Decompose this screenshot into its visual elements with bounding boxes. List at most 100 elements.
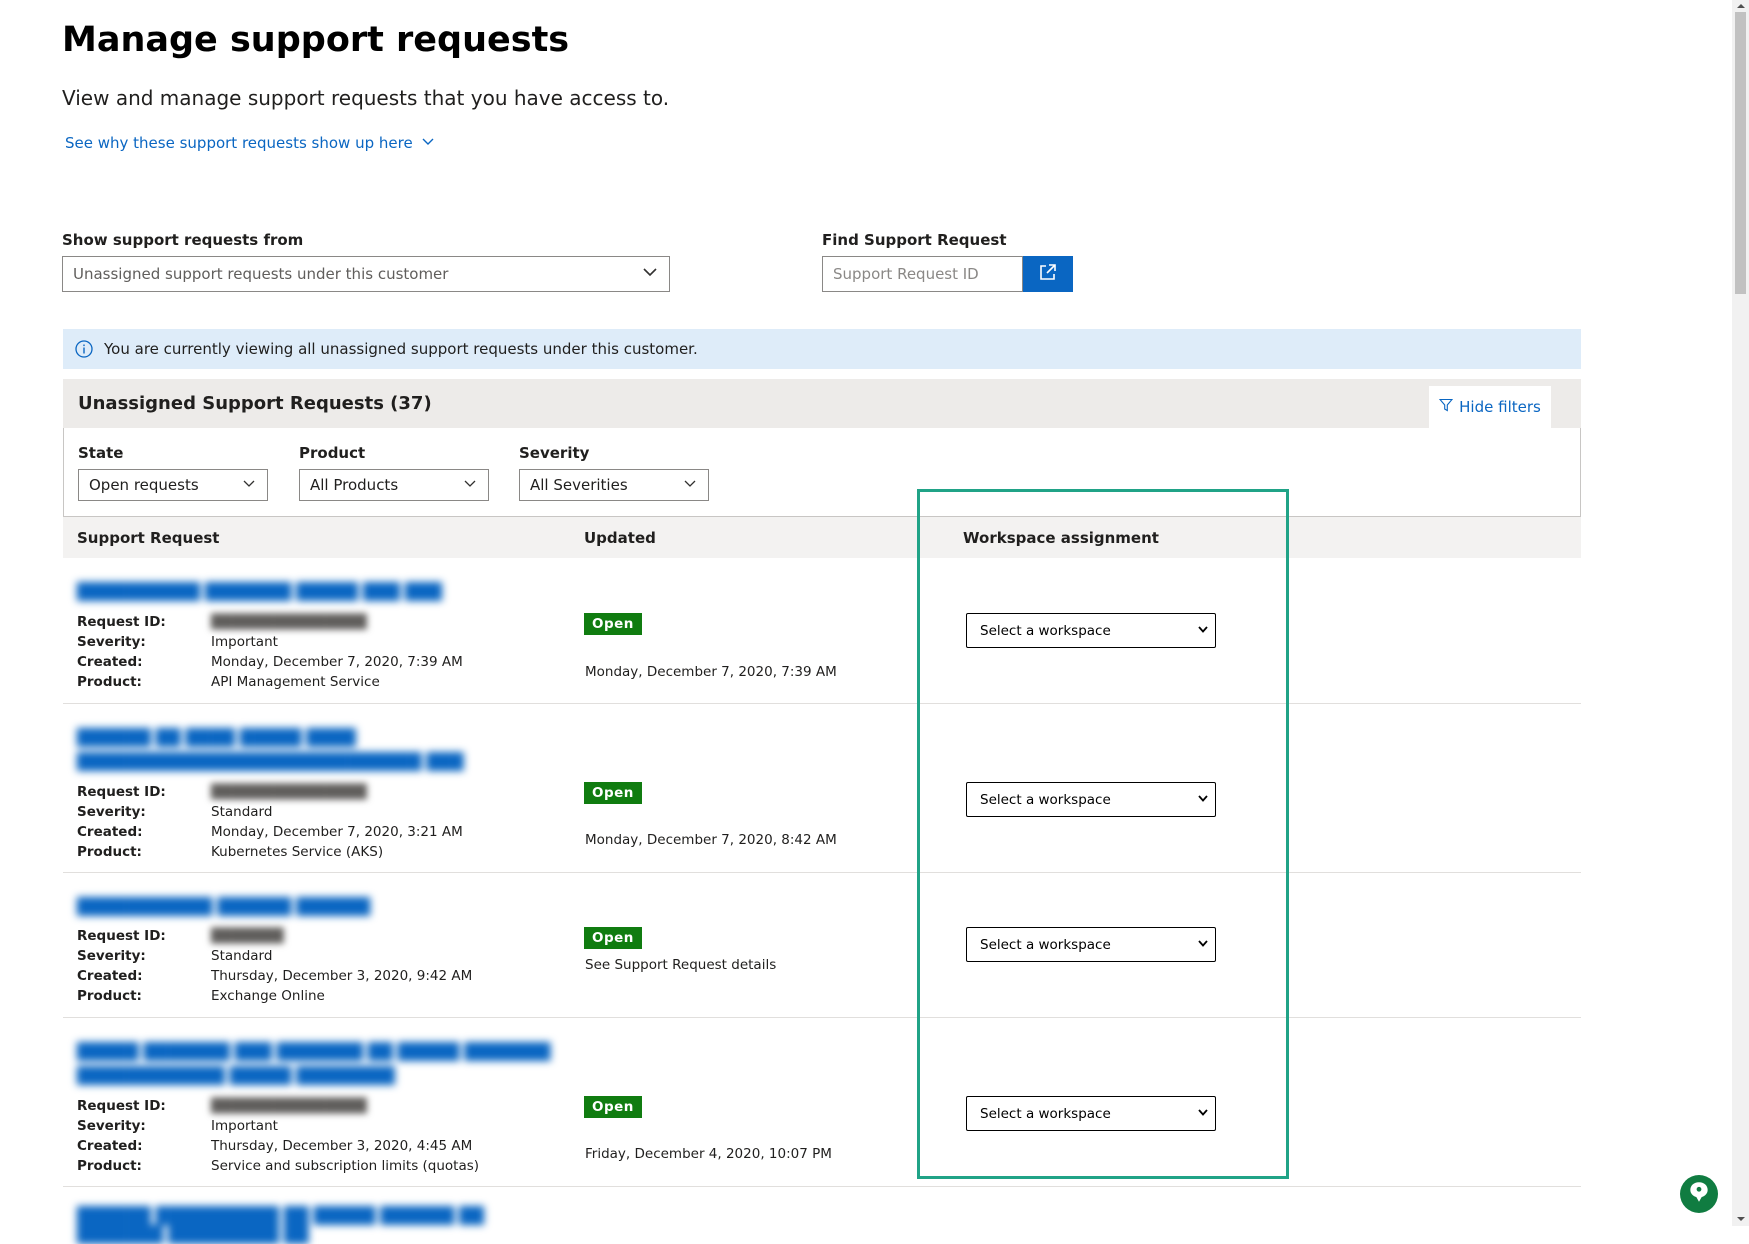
- chevron-down-icon: [1197, 792, 1209, 808]
- severity-filter-dropdown[interactable]: All Severities: [519, 469, 709, 501]
- request-meta: Request ID: ███████████████ Severity: Impo…: [77, 1096, 479, 1176]
- filters-panel: State Open requests Product All Products…: [63, 428, 1581, 517]
- workspace-select-value: Select a workspace: [980, 622, 1111, 639]
- meta-key: Severity:: [77, 1118, 146, 1134]
- status-badge: Open: [584, 1096, 642, 1118]
- meta-key: Severity:: [77, 948, 146, 964]
- request-title-link[interactable]: ██████ ██████████ ██ █████ ██████ ██ ███…: [77, 1206, 517, 1244]
- product-value: Exchange Online: [211, 988, 325, 1004]
- requests-panel-header: Unassigned Support Requests (37) Hide fi…: [63, 379, 1581, 428]
- meta-key: Product:: [77, 844, 142, 860]
- meta-key: Request ID:: [77, 784, 166, 800]
- meta-key: Created:: [77, 1138, 143, 1154]
- meta-key: Created:: [77, 968, 143, 984]
- updated-value: Friday, December 4, 2020, 10:07 PM: [585, 1146, 832, 1162]
- product-filter-dropdown[interactable]: All Products: [299, 469, 489, 501]
- workspace-select-value: Select a workspace: [980, 1105, 1111, 1122]
- table-row: ██████████ ███████ █████ ███ ███ Request…: [63, 558, 1581, 704]
- scroll-down-icon[interactable]: [1735, 1214, 1746, 1224]
- severity-value: Standard: [211, 804, 273, 820]
- status-badge: Open: [584, 927, 642, 949]
- status-badge: Open: [584, 613, 642, 635]
- request-id-value: ███████: [211, 928, 284, 944]
- severity-filter-label: Severity: [519, 444, 590, 462]
- column-workspace-assignment: Workspace assignment: [963, 529, 1159, 547]
- workspace-select[interactable]: Select a workspace: [966, 782, 1216, 817]
- page-title: Manage support requests: [62, 20, 570, 60]
- product-filter-value: All Products: [310, 476, 399, 494]
- meta-key: Created:: [77, 824, 143, 840]
- workspace-select[interactable]: Select a workspace: [966, 1096, 1216, 1131]
- column-updated: Updated: [584, 529, 656, 547]
- created-value: Thursday, December 3, 2020, 9:42 AM: [211, 968, 473, 984]
- meta-key: Product:: [77, 674, 142, 690]
- scroll-up-icon[interactable]: [1735, 1, 1746, 11]
- severity-value: Important: [211, 1118, 278, 1134]
- page-subtitle: View and manage support requests that yo…: [62, 86, 670, 110]
- support-request-id-input[interactable]: [822, 256, 1023, 292]
- workspace-select-value: Select a workspace: [980, 791, 1111, 808]
- request-title-link[interactable]: █████ ███████ ███ ███████ ██ █████ █████…: [77, 1040, 557, 1088]
- severity-value: Standard: [211, 948, 273, 964]
- request-id-value: ███████████████: [211, 784, 367, 800]
- info-icon: [74, 339, 94, 359]
- workspace-select[interactable]: Select a workspace: [966, 927, 1216, 962]
- request-title-link[interactable]: ██████████ ███████ █████ ███ ███: [77, 580, 557, 604]
- workspace-select[interactable]: Select a workspace: [966, 613, 1216, 648]
- hide-filters-button[interactable]: Hide filters: [1429, 386, 1551, 428]
- chevron-down-icon: [1197, 937, 1209, 953]
- source-dropdown[interactable]: Unassigned support requests under this c…: [62, 256, 670, 292]
- product-filter-label: Product: [299, 444, 366, 462]
- find-request-label: Find Support Request: [822, 231, 1007, 249]
- table-header: Support Request Updated Workspace assign…: [63, 517, 1581, 558]
- status-badge: Open: [584, 782, 642, 804]
- request-title-link[interactable]: ███████████ ██████ ██████: [77, 895, 557, 919]
- meta-key: Request ID:: [77, 1098, 166, 1114]
- created-value: Monday, December 7, 2020, 7:39 AM: [211, 654, 463, 670]
- chevron-down-icon: [462, 475, 478, 495]
- open-request-button[interactable]: [1023, 256, 1073, 292]
- chevron-down-icon: [421, 134, 435, 152]
- table-row: ███████████ ██████ ██████ Request ID: ███…: [63, 872, 1581, 1018]
- scrollbar-thumb[interactable]: [1735, 12, 1746, 294]
- chevron-down-icon: [682, 475, 698, 495]
- table-row: █████ ███████ ███ ███████ ██ █████ █████…: [63, 1017, 1581, 1187]
- state-filter-value: Open requests: [89, 476, 199, 494]
- severity-value: Important: [211, 634, 278, 650]
- updated-value: Monday, December 7, 2020, 7:39 AM: [585, 664, 837, 680]
- info-banner-text: You are currently viewing all unassigned…: [104, 340, 698, 358]
- feedback-chat-button[interactable]: [1680, 1175, 1718, 1213]
- product-value: Kubernetes Service (AKS): [211, 844, 384, 860]
- request-meta: Request ID: ███████████████ Severity: Stan…: [77, 782, 463, 862]
- open-in-new-icon: [1037, 261, 1059, 287]
- created-value: Monday, December 7, 2020, 3:21 AM: [211, 824, 463, 840]
- chevron-down-icon: [1197, 1106, 1209, 1122]
- why-requests-link[interactable]: See why these support requests show up h…: [65, 134, 435, 152]
- request-meta: Request ID: ███████ Severity: Standard Cre…: [77, 926, 472, 1006]
- chevron-down-icon: [1197, 623, 1209, 639]
- product-value: Service and subscription limits (quotas): [211, 1158, 480, 1174]
- filter-icon: [1438, 398, 1454, 416]
- hide-filters-label: Hide filters: [1459, 398, 1541, 416]
- meta-key: Product:: [77, 1158, 142, 1174]
- meta-key: Product:: [77, 988, 142, 1004]
- meta-key: Request ID:: [77, 614, 166, 630]
- request-title-link[interactable]: ██████ ██ ████ █████ ████ ██████████████…: [77, 726, 557, 774]
- workspace-select-value: Select a workspace: [980, 936, 1111, 953]
- request-meta: Request ID: ███████████████ Severity: Impo…: [77, 612, 463, 692]
- severity-filter-value: All Severities: [530, 476, 628, 494]
- source-label: Show support requests from: [62, 231, 304, 249]
- meta-key: Request ID:: [77, 928, 166, 944]
- state-filter-dropdown[interactable]: Open requests: [78, 469, 268, 501]
- chevron-down-icon: [641, 263, 659, 285]
- product-value: API Management Service: [211, 674, 380, 690]
- meta-key: Severity:: [77, 634, 146, 650]
- source-dropdown-value: Unassigned support requests under this c…: [73, 265, 449, 283]
- request-id-value: ███████████████: [211, 1098, 367, 1114]
- meta-key: Created:: [77, 654, 143, 670]
- chevron-down-icon: [241, 475, 257, 495]
- chat-icon: [1686, 1179, 1712, 1209]
- panel-title: Unassigned Support Requests (37): [78, 393, 432, 414]
- updated-value: See Support Request details: [585, 957, 777, 973]
- updated-value: Monday, December 7, 2020, 8:42 AM: [585, 832, 837, 848]
